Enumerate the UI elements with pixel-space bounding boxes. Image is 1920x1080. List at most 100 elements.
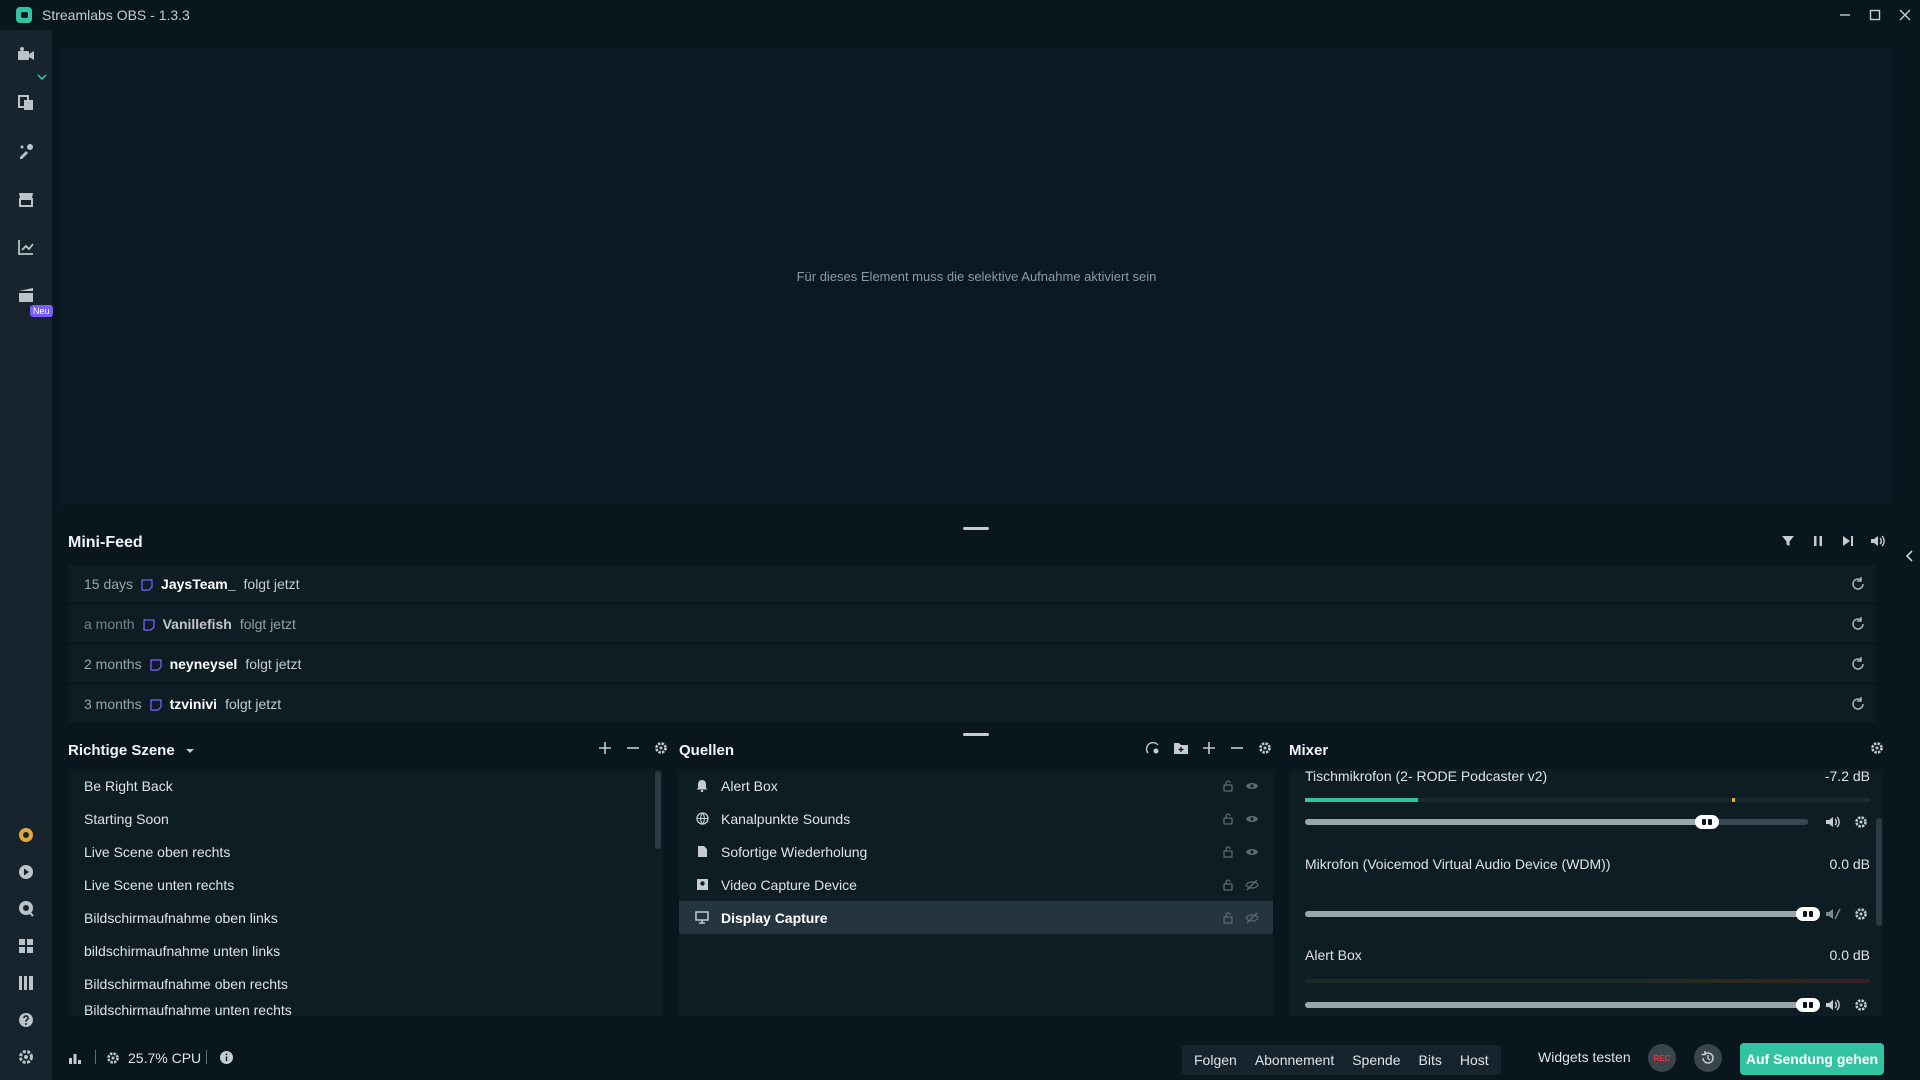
speaker-icon[interactable] bbox=[1825, 997, 1841, 1013]
info-icon[interactable] bbox=[218, 1049, 234, 1065]
mixer-settings-icon[interactable] bbox=[1869, 740, 1885, 756]
preview-resize-handle[interactable] bbox=[963, 527, 989, 530]
scenes-scrollbar[interactable] bbox=[655, 771, 661, 849]
sidebar-nav: Neu bbox=[0, 30, 53, 1080]
chat-bubble-icon[interactable] bbox=[16, 899, 36, 919]
studio-mode-icon[interactable] bbox=[16, 285, 36, 305]
volume-slider-knob[interactable] bbox=[1796, 998, 1820, 1012]
scene-item[interactable]: bildschirmaufnahme unten links bbox=[68, 934, 663, 967]
mixer-channel-db: 0.0 dB bbox=[1829, 947, 1870, 963]
scene-item[interactable]: Bildschirmaufnahme oben rechts bbox=[68, 967, 663, 1000]
scene-item[interactable]: Be Right Back bbox=[68, 769, 663, 802]
lock-icon[interactable] bbox=[1221, 911, 1235, 925]
lock-icon[interactable] bbox=[1221, 878, 1235, 892]
volume-slider[interactable] bbox=[1305, 819, 1808, 825]
dashboard-chart-icon[interactable] bbox=[16, 237, 36, 257]
title-bar: Streamlabs OBS - 1.3.3 bbox=[0, 0, 1920, 30]
pause-icon[interactable] bbox=[1810, 533, 1826, 549]
prime-icon[interactable] bbox=[16, 825, 36, 845]
feed-event-action: folgt jetzt bbox=[225, 695, 282, 712]
themes-icon[interactable] bbox=[16, 141, 36, 161]
source-audio-icon[interactable] bbox=[1145, 740, 1161, 756]
scene-collection-selector[interactable]: Richtige Szene bbox=[68, 742, 195, 759]
speaker-icon[interactable] bbox=[1825, 814, 1841, 830]
settings-gear-icon[interactable] bbox=[16, 1047, 36, 1067]
maximize-button[interactable] bbox=[1860, 0, 1890, 30]
library-icon[interactable] bbox=[16, 973, 36, 993]
scene-item[interactable]: Bildschirmaufnahme unten rechts bbox=[68, 1000, 663, 1016]
eye-off-icon[interactable] bbox=[1245, 878, 1259, 892]
scene-item[interactable]: Starting Soon bbox=[68, 802, 663, 835]
help-icon[interactable] bbox=[16, 1010, 36, 1030]
skip-forward-icon[interactable] bbox=[1840, 533, 1856, 549]
eye-icon[interactable] bbox=[1245, 812, 1259, 826]
chevron-down-icon bbox=[185, 748, 194, 753]
speaker-muted-icon[interactable] bbox=[1825, 906, 1841, 922]
replay-alert-icon[interactable] bbox=[1850, 656, 1866, 672]
remove-source-icon[interactable] bbox=[1229, 740, 1245, 756]
play-circle-icon[interactable] bbox=[16, 862, 36, 882]
add-scene-icon[interactable] bbox=[597, 740, 613, 756]
feed-resize-handle[interactable] bbox=[963, 733, 989, 736]
scene-item[interactable]: Bildschirmaufnahme oben links bbox=[68, 901, 663, 934]
grid-apps-icon[interactable] bbox=[16, 936, 36, 956]
replay-alert-icon[interactable] bbox=[1850, 696, 1866, 712]
scene-settings-icon[interactable] bbox=[653, 740, 669, 756]
test-follow-button[interactable]: Folgen bbox=[1194, 1052, 1237, 1068]
eye-icon[interactable] bbox=[1245, 845, 1259, 859]
chevron-left-icon[interactable] bbox=[1904, 548, 1916, 564]
test-donation-button[interactable]: Spende bbox=[1352, 1052, 1400, 1068]
eye-icon[interactable] bbox=[1245, 779, 1259, 793]
lock-icon[interactable] bbox=[1221, 779, 1235, 793]
performance-chart-icon[interactable] bbox=[67, 1050, 83, 1066]
test-bits-button[interactable]: Bits bbox=[1419, 1052, 1442, 1068]
channel-settings-icon[interactable] bbox=[1853, 997, 1869, 1013]
eye-off-icon[interactable] bbox=[1245, 911, 1259, 925]
feed-event-user: neyneysel bbox=[169, 655, 238, 672]
scene-item[interactable]: Live Scene oben rechts bbox=[68, 835, 663, 868]
replay-buffer-icon[interactable] bbox=[1694, 1044, 1722, 1072]
add-folder-icon[interactable] bbox=[1173, 740, 1189, 756]
replay-alert-icon[interactable] bbox=[1850, 576, 1866, 592]
store-icon[interactable] bbox=[16, 189, 36, 209]
preview-message: Für dieses Element muss die selektive Au… bbox=[796, 269, 1157, 284]
test-subscription-button[interactable]: Abonnement bbox=[1255, 1052, 1334, 1068]
layout-editor-icon[interactable] bbox=[16, 93, 36, 113]
lock-icon[interactable] bbox=[1221, 812, 1235, 826]
add-source-icon[interactable] bbox=[1201, 740, 1217, 756]
volume-slider-knob[interactable] bbox=[1796, 907, 1820, 921]
channel-settings-icon[interactable] bbox=[1853, 906, 1869, 922]
source-item[interactable]: Sofortige Wiederholung bbox=[679, 835, 1273, 868]
volume-icon[interactable] bbox=[1870, 533, 1886, 549]
source-item[interactable]: Kanalpunkte Sounds bbox=[679, 802, 1273, 835]
scene-item[interactable]: Live Scene unten rechts bbox=[68, 868, 663, 901]
feed-event-user: tzvinivi bbox=[169, 695, 218, 712]
volume-slider[interactable] bbox=[1305, 1002, 1808, 1008]
new-badge: Neu bbox=[30, 305, 53, 317]
chevron-down-icon[interactable] bbox=[37, 68, 47, 81]
source-item[interactable]: Display Capture bbox=[679, 901, 1273, 934]
source-settings-icon[interactable] bbox=[1257, 740, 1273, 756]
mixer-scrollbar[interactable] bbox=[1876, 818, 1882, 926]
replay-alert-icon[interactable] bbox=[1850, 616, 1866, 632]
lock-icon[interactable] bbox=[1221, 845, 1235, 859]
sources-toolbar bbox=[1145, 740, 1273, 756]
remove-scene-icon[interactable] bbox=[625, 740, 641, 756]
volume-slider[interactable] bbox=[1305, 911, 1808, 917]
volume-slider-knob[interactable] bbox=[1695, 815, 1719, 829]
go-live-button[interactable]: Auf Sendung gehen bbox=[1740, 1043, 1884, 1075]
mini-feed-list: 15 days JaysTeam_ folgt jetzt a month Va… bbox=[68, 565, 1876, 725]
minimize-button[interactable] bbox=[1830, 0, 1860, 30]
video-camera-icon[interactable] bbox=[16, 45, 36, 65]
test-widgets-button[interactable]: Widgets testen bbox=[1538, 1049, 1631, 1065]
source-item[interactable]: Alert Box bbox=[679, 769, 1273, 802]
channel-settings-icon[interactable] bbox=[1853, 814, 1869, 830]
stream-preview[interactable]: Für dieses Element muss die selektive Au… bbox=[60, 48, 1893, 505]
feed-event-row: 3 months tzvinivi folgt jetzt bbox=[68, 685, 1876, 722]
record-button[interactable]: REC bbox=[1648, 1044, 1676, 1072]
close-button[interactable] bbox=[1890, 0, 1920, 30]
globe-icon bbox=[695, 812, 709, 826]
filter-icon[interactable] bbox=[1780, 533, 1796, 549]
test-host-button[interactable]: Host bbox=[1460, 1052, 1489, 1068]
source-item[interactable]: Video Capture Device bbox=[679, 868, 1273, 901]
